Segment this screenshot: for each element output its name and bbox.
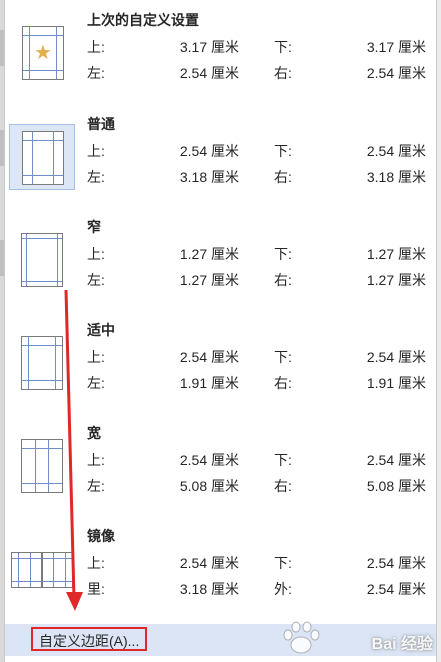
top-value: 2.54 厘米 <box>179 452 239 468</box>
background-window-edge-right <box>437 0 441 662</box>
left-value: 3.18 厘米 <box>179 169 239 185</box>
bottom-value: 2.54 厘米 <box>366 452 426 468</box>
preset-name: 普通 <box>87 116 115 132</box>
margin-preset-wide[interactable]: 宽 上: 2.54 厘米 下: 2.54 厘米 左: 5.08 厘米 右: 5.… <box>5 413 436 513</box>
top-value: 2.54 厘米 <box>179 555 239 571</box>
top-value: 1.27 厘米 <box>179 246 239 262</box>
watermark-text: Bai 经验 <box>371 636 433 653</box>
top-value: 3.17 厘米 <box>179 39 239 55</box>
bottom-label: 下: <box>274 555 292 571</box>
left-value: 1.91 厘米 <box>179 375 239 391</box>
left-value: 1.27 厘米 <box>179 272 239 288</box>
top-label: 上: <box>87 143 105 159</box>
left-label: 左: <box>87 478 105 494</box>
custom-margins-button[interactable]: 自定义边距(A)... <box>31 627 148 651</box>
bottom-label: 下: <box>274 452 292 468</box>
preset-name: 窄 <box>87 219 101 235</box>
bottom-value: 1.27 厘米 <box>366 246 426 262</box>
preset-name: 适中 <box>87 322 115 338</box>
preset-name: 镜像 <box>87 528 115 544</box>
margin-preset-last-custom[interactable]: ★ 上次的自定义设置 上: 3.17 厘米 下: 3.17 厘米 左: 2.54… <box>5 0 436 100</box>
margin-preset-narrow[interactable]: 窄 上: 1.27 厘米 下: 1.27 厘米 左: 1.27 厘米 右: 1.… <box>5 207 436 307</box>
bottom-value: 2.54 厘米 <box>366 555 426 571</box>
left-label: 左: <box>87 65 105 81</box>
right-label: 右: <box>274 478 292 494</box>
top-label: 上: <box>87 39 105 55</box>
left-label: 左: <box>87 169 105 185</box>
right-label: 右: <box>274 65 292 81</box>
right-label: 右: <box>274 272 292 288</box>
right-value: 3.18 厘米 <box>366 169 426 185</box>
left-label: 左: <box>87 375 105 391</box>
margin-preset-moderate[interactable]: 适中 上: 2.54 厘米 下: 2.54 厘米 左: 1.91 厘米 右: 1… <box>5 310 436 410</box>
right-label: 右: <box>274 375 292 391</box>
outside-label: 外: <box>274 581 292 597</box>
bottom-value: 2.54 厘米 <box>366 349 426 365</box>
bottom-value: 3.17 厘米 <box>366 39 426 55</box>
right-value: 2.54 厘米 <box>366 65 426 81</box>
top-value: 2.54 厘米 <box>179 143 239 159</box>
margin-preset-mirrored[interactable]: 镜像 上: 2.54 厘米 下: 2.54 厘米 里: 3.18 厘米 外: 2… <box>5 516 436 616</box>
bottom-value: 2.54 厘米 <box>366 143 426 159</box>
bottom-label: 下: <box>274 246 292 262</box>
right-value: 1.27 厘米 <box>366 272 426 288</box>
inside-label: 里: <box>87 581 105 597</box>
top-label: 上: <box>87 246 105 262</box>
outside-value: 2.54 厘米 <box>366 581 426 597</box>
bottom-label: 下: <box>274 349 292 365</box>
inside-value: 3.18 厘米 <box>179 581 239 597</box>
preset-name: 上次的自定义设置 <box>87 12 199 28</box>
preset-name: 宽 <box>87 425 101 441</box>
top-label: 上: <box>87 349 105 365</box>
bottom-label: 下: <box>274 39 292 55</box>
bottom-label: 下: <box>274 143 292 159</box>
right-label: 右: <box>274 169 292 185</box>
right-value: 5.08 厘米 <box>366 478 426 494</box>
top-label: 上: <box>87 555 105 571</box>
left-label: 左: <box>87 272 105 288</box>
paw-watermark-icon <box>283 621 320 654</box>
right-value: 1.91 厘米 <box>366 375 426 391</box>
left-value: 2.54 厘米 <box>179 65 239 81</box>
margins-dropdown-menu: ★ 上次的自定义设置 上: 3.17 厘米 下: 3.17 厘米 左: 2.54… <box>4 0 437 662</box>
left-value: 5.08 厘米 <box>179 478 239 494</box>
top-value: 2.54 厘米 <box>179 349 239 365</box>
top-label: 上: <box>87 452 105 468</box>
margin-preset-normal[interactable]: 普通 上: 2.54 厘米 下: 2.54 厘米 左: 3.18 厘米 右: 3… <box>5 104 436 204</box>
